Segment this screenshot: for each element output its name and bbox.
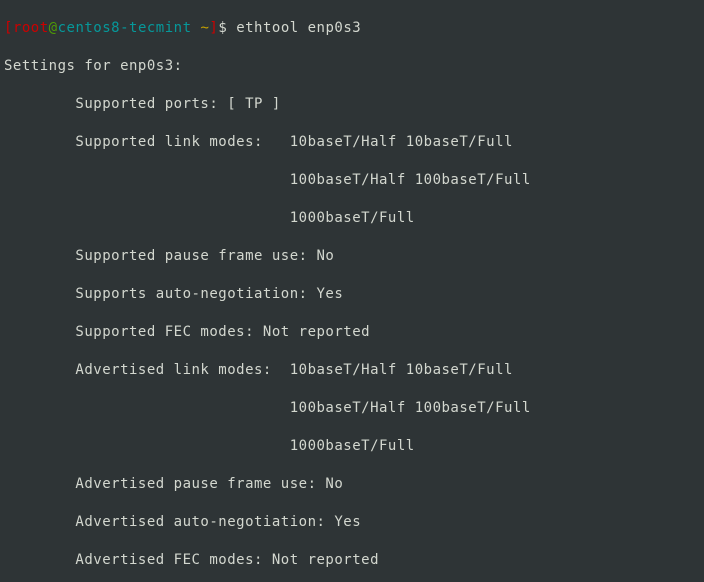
ethtool-out-05: Supported pause frame use: No	[4, 247, 700, 266]
ethtool-out-02: Supported link modes: 10baseT/Half 10bas…	[4, 133, 700, 152]
ethtool-out-01: Supported ports: [ TP ]	[4, 95, 700, 114]
prompt-open: [	[4, 20, 13, 36]
prompt-at: @	[49, 20, 58, 36]
prompt-user: root	[13, 20, 49, 36]
ethtool-out-13: Advertised FEC modes: Not reported	[4, 551, 700, 570]
ethtool-out-11: Advertised pause frame use: No	[4, 475, 700, 494]
command-ethtool: ethtool enp0s3	[236, 20, 361, 36]
ethtool-out-04: 1000baseT/Full	[4, 209, 700, 228]
prompt-dollar: $	[218, 20, 236, 36]
prompt-close: ]	[209, 20, 218, 36]
ethtool-out-09: 100baseT/Half 100baseT/Full	[4, 399, 700, 418]
ethtool-out-12: Advertised auto-negotiation: Yes	[4, 513, 700, 532]
ethtool-out-08: Advertised link modes: 10baseT/Half 10ba…	[4, 361, 700, 380]
ethtool-out-07: Supported FEC modes: Not reported	[4, 323, 700, 342]
prompt-host: centos8-tecmint	[58, 20, 201, 36]
terminal[interactable]: [root@centos8-tecmint ~]$ ethtool enp0s3…	[0, 0, 704, 582]
ethtool-out-03: 100baseT/Half 100baseT/Full	[4, 171, 700, 190]
prompt-line-1: [root@centos8-tecmint ~]$ ethtool enp0s3	[4, 19, 700, 38]
ethtool-out-00: Settings for enp0s3:	[4, 57, 700, 76]
ethtool-out-06: Supports auto-negotiation: Yes	[4, 285, 700, 304]
ethtool-out-10: 1000baseT/Full	[4, 437, 700, 456]
